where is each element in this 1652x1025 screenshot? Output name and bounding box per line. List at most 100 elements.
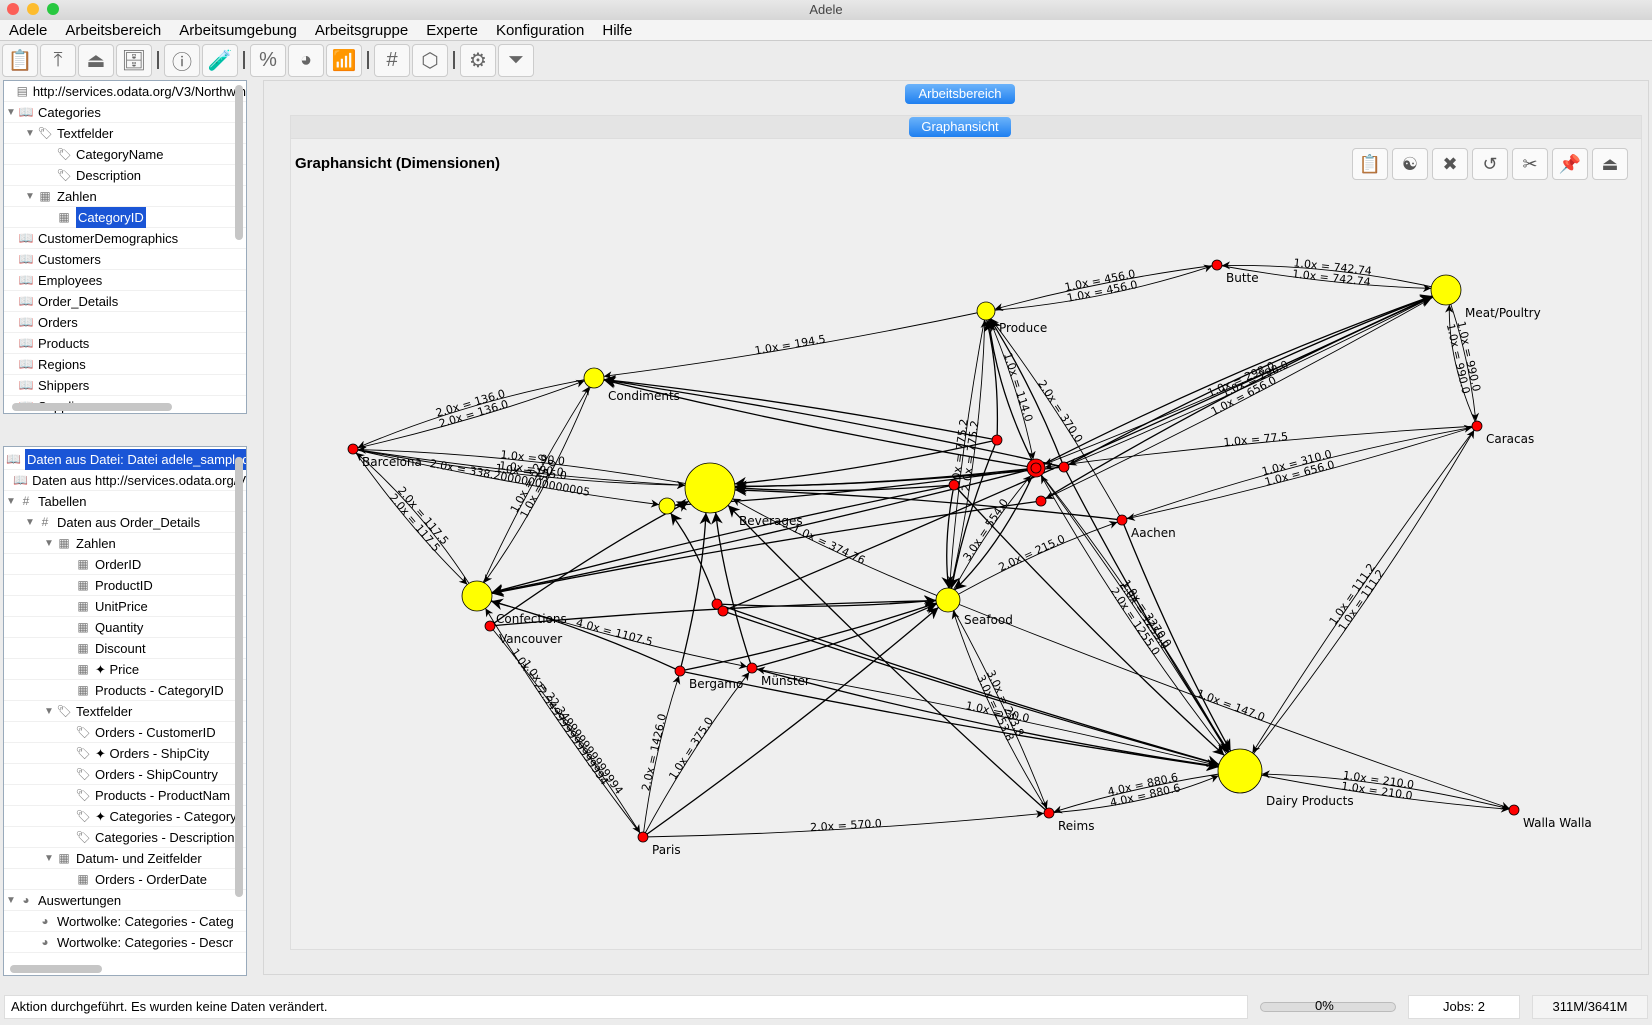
menu-arbeitsgruppe[interactable]: Arbeitsgruppe: [306, 20, 417, 40]
tree-item[interactable]: ▼ 📖 Categories: [4, 102, 246, 123]
tab-graphansicht[interactable]: Graphansicht: [909, 117, 1011, 137]
expand-toggle[interactable]: ▼: [44, 533, 56, 554]
calendar-icon: ▦: [77, 871, 89, 886]
tab-arbeitsbereich[interactable]: Arbeitsbereich: [905, 84, 1015, 104]
percent-button[interactable]: %: [250, 43, 286, 77]
tree-item[interactable]: ▤ http://services.odata.org/V3/Northwin: [4, 81, 246, 102]
tag-icon: 🏷: [56, 146, 72, 161]
tree-item-label: Wortwolke: Categories - Descr: [57, 934, 234, 950]
tree-item[interactable]: ▦ ✦ Price: [4, 659, 246, 680]
tree-item[interactable]: ▦ Products - CategoryID: [4, 680, 246, 701]
refresh-button[interactable]: ↺: [1472, 148, 1508, 180]
calculator-icon: ▦: [39, 188, 51, 203]
tree-item[interactable]: 📖 Order_Details: [4, 291, 246, 312]
graph-title: Graphansicht (Dimensionen): [295, 155, 501, 172]
pin-button[interactable]: 📌: [1552, 148, 1588, 180]
tree-item[interactable]: ▦ Discount: [4, 638, 246, 659]
tree-item[interactable]: ▼ 🏷 Textfelder: [4, 701, 246, 722]
grid-button[interactable]: #: [374, 43, 410, 77]
tree-item[interactable]: 🏷 Categories - Description: [4, 827, 246, 848]
tree-item-label: Orders - ShipCountry: [95, 766, 218, 782]
tree-item[interactable]: ◕ Wortwolke: Categories - Descr: [4, 932, 246, 953]
tree-item-label: ✦ Price: [95, 661, 140, 677]
expand-toggle[interactable]: ▼: [25, 512, 37, 533]
tree-item-label: ProductID: [95, 577, 153, 593]
funnel-button[interactable]: ⏷: [498, 43, 534, 77]
book-icon: 📖: [18, 272, 34, 287]
tree-item[interactable]: ▼ # Daten aus Order_Details: [4, 512, 246, 533]
menu-hilfe[interactable]: Hilfe: [593, 20, 641, 40]
tree-item[interactable]: ▼ 🏷 Textfelder: [4, 123, 246, 144]
menu-experte[interactable]: Experte: [417, 20, 487, 40]
info-button[interactable]: ⓘ: [164, 43, 200, 77]
cube-button[interactable]: ⬡: [412, 43, 448, 77]
tree-item-label: Quantity: [95, 619, 144, 635]
tree-item[interactable]: ▼ ▦ Zahlen: [4, 533, 246, 554]
tree-item[interactable]: 🏷 Products - ProductNam: [4, 785, 246, 806]
cabinet-button[interactable]: 🗄: [116, 43, 152, 77]
tree-item[interactable]: ▦ ProductID: [4, 575, 246, 596]
test-tube-button[interactable]: 🧪: [202, 43, 238, 77]
tag-icon: 🏷: [37, 125, 53, 140]
tree-item[interactable]: ▼ # Tabellen: [4, 491, 246, 512]
source-tree-hscrollbar[interactable]: [12, 403, 172, 411]
tree-item[interactable]: ▼ ▦ Datum- und Zeitfelder: [4, 848, 246, 869]
close-button[interactable]: ✖: [1432, 148, 1468, 180]
tree-item[interactable]: 📖 Products: [4, 333, 246, 354]
expand-toggle[interactable]: ▼: [6, 491, 18, 512]
yin-yang-button[interactable]: ☯: [1392, 148, 1428, 180]
tree-item-label: Order_Details: [38, 293, 119, 309]
gear-bug-button[interactable]: ⚙: [460, 43, 496, 77]
tree-item[interactable]: 🏷 Orders - CustomerID: [4, 722, 246, 743]
tools-button[interactable]: ✂: [1512, 148, 1548, 180]
clipboard-button[interactable]: 📋: [1352, 148, 1388, 180]
tree-item[interactable]: 📖 Employees: [4, 270, 246, 291]
eject-button[interactable]: ⏏: [1592, 148, 1628, 180]
tree-item[interactable]: 🏷 ✦ Categories - Category: [4, 806, 246, 827]
memory-indicator[interactable]: 311M/3641M: [1532, 995, 1648, 1019]
tree-item[interactable]: ▦ CategoryID: [4, 206, 246, 228]
expand-toggle[interactable]: ▼: [6, 102, 18, 123]
close-window-button[interactable]: [7, 3, 19, 15]
minimize-window-button[interactable]: [27, 3, 39, 15]
tree-item[interactable]: ▼ ◕ Auswertungen: [4, 890, 246, 911]
menu-arbeitsbereich[interactable]: Arbeitsbereich: [56, 20, 170, 40]
tree-item[interactable]: ▦ OrderID: [4, 554, 246, 575]
tree-item[interactable]: ◕ Wortwolke: Categories - Categ: [4, 911, 246, 932]
grid-icon: #: [386, 48, 398, 71]
tree-item[interactable]: ▼ ▦ Zahlen: [4, 186, 246, 207]
tree-item[interactable]: 📖 Orders: [4, 312, 246, 333]
tree-item[interactable]: 📖 CustomerDemographics: [4, 228, 246, 249]
expand-toggle[interactable]: ▼: [6, 890, 18, 911]
tree-item[interactable]: 📖 Shippers: [4, 375, 246, 396]
expand-toggle[interactable]: ▼: [25, 123, 37, 144]
upload-button[interactable]: ⤒: [40, 43, 76, 77]
menu-konfiguration[interactable]: Konfiguration: [487, 20, 593, 40]
eject-icon: ⏏: [1601, 153, 1619, 174]
tree-item[interactable]: 📖 Customers: [4, 249, 246, 270]
menu-adele[interactable]: Adele: [0, 20, 56, 40]
tree-item[interactable]: 🏷 CategoryName: [4, 144, 246, 165]
expand-toggle[interactable]: ▼: [25, 186, 37, 207]
data-tree-hscrollbar[interactable]: [10, 965, 102, 973]
pie-chart-button[interactable]: ◕: [288, 43, 324, 77]
maximize-window-button[interactable]: [47, 3, 59, 15]
tree-item[interactable]: ▦ Quantity: [4, 617, 246, 638]
tree-item[interactable]: 📖 Daten aus http://services.odata.org/V: [4, 470, 246, 491]
menu-arbeitsumgebung[interactable]: Arbeitsumgebung: [170, 20, 306, 40]
tree-item[interactable]: 🏷 Description: [4, 165, 246, 186]
tree-item[interactable]: 📖 Daten aus Datei: Datei adele_sampled: [4, 448, 246, 470]
tree-item[interactable]: ▦ UnitPrice: [4, 596, 246, 617]
clipboard-button[interactable]: 📋: [2, 43, 38, 77]
bar-chart-button[interactable]: 📶: [326, 43, 362, 77]
book-icon: 📖: [18, 293, 34, 308]
tree-item[interactable]: 🏷 Orders - ShipCountry: [4, 764, 246, 785]
tree-item[interactable]: 📖 Regions: [4, 354, 246, 375]
tree-item[interactable]: 🏷 ✦ Orders - ShipCity: [4, 743, 246, 764]
data-tree-vscrollbar[interactable]: [235, 457, 243, 897]
expand-toggle[interactable]: ▼: [44, 701, 56, 722]
eject-upload-button[interactable]: ⏏: [78, 43, 114, 77]
tree-item[interactable]: ▦ Orders - OrderDate: [4, 869, 246, 890]
source-tree-vscrollbar[interactable]: [235, 85, 243, 240]
expand-toggle[interactable]: ▼: [44, 848, 56, 869]
